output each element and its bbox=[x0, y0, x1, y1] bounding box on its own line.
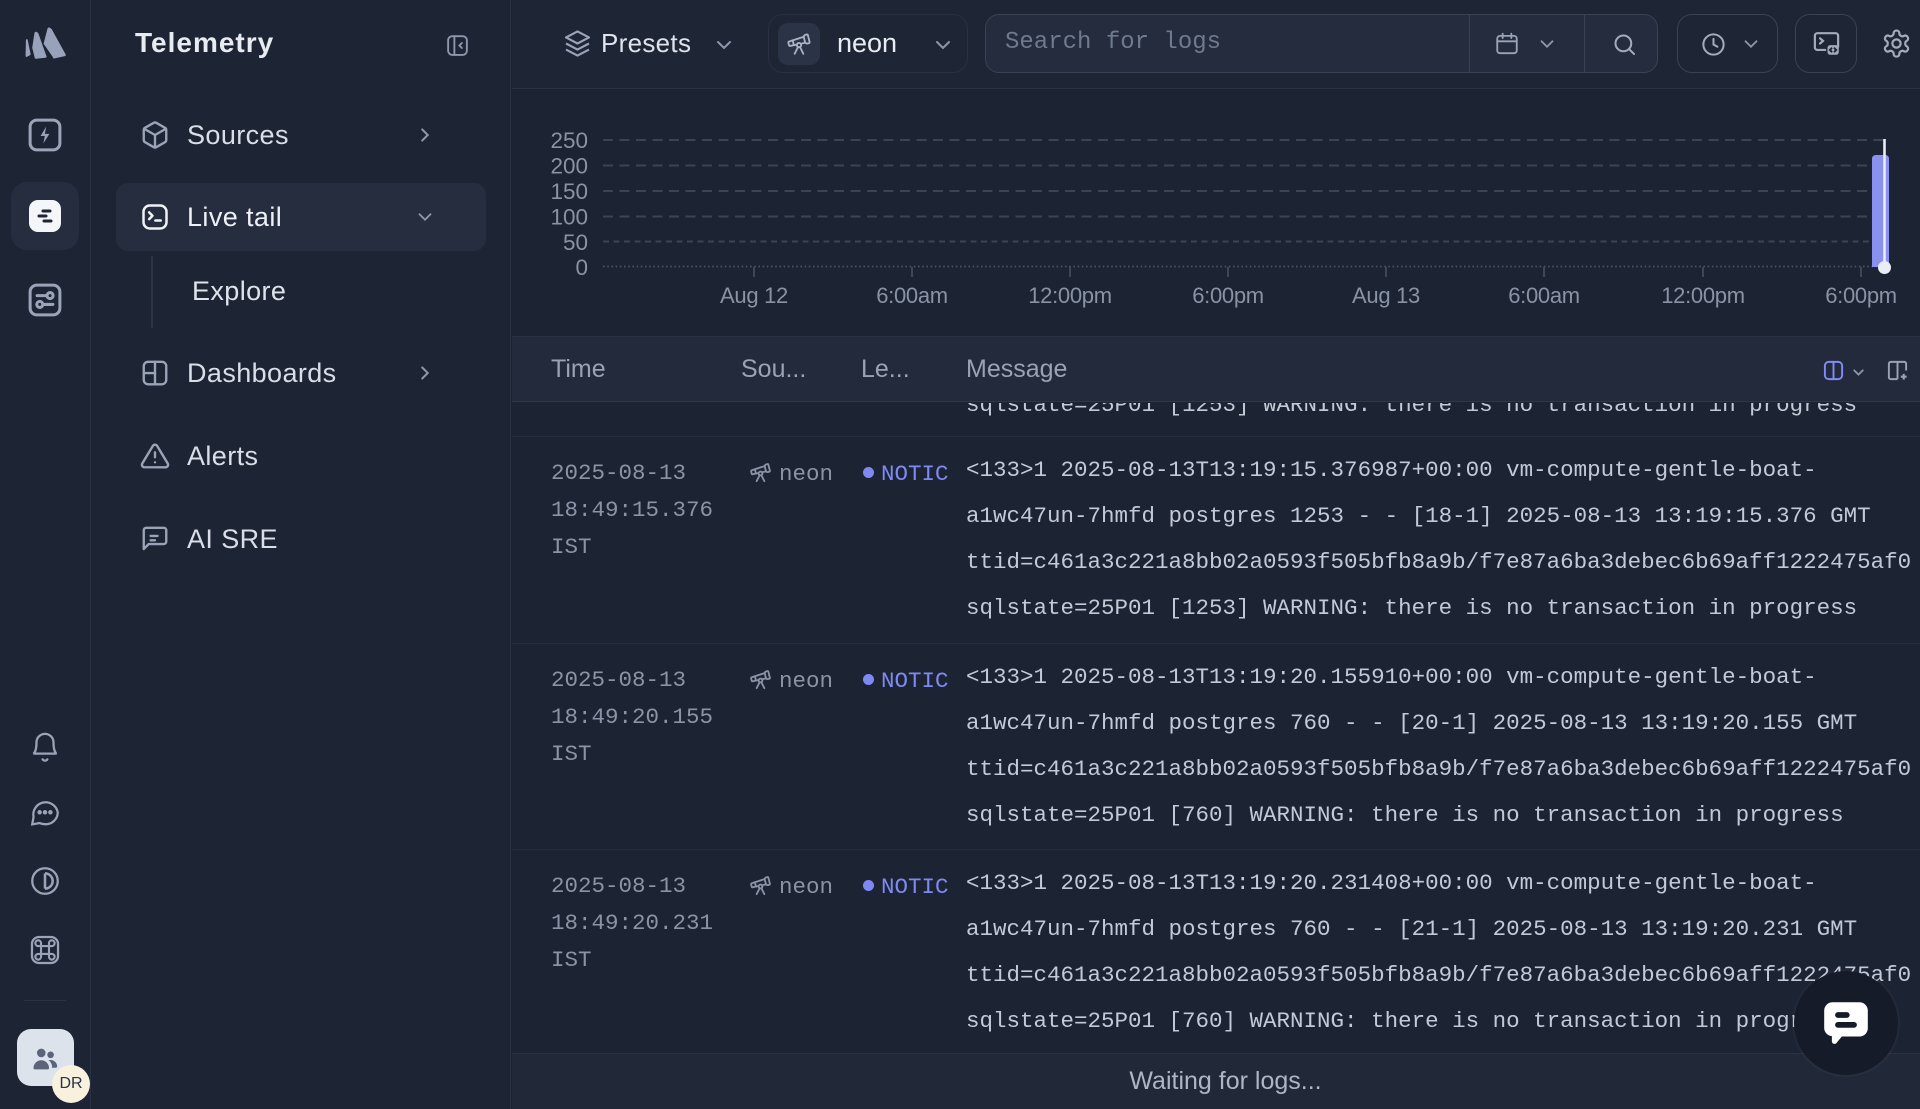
svg-text:250: 250 bbox=[550, 128, 588, 153]
svg-text:Aug 12: Aug 12 bbox=[720, 283, 788, 308]
svg-text:6:00am: 6:00am bbox=[876, 283, 948, 308]
svg-text:50: 50 bbox=[563, 230, 588, 255]
svg-text:Aug 13: Aug 13 bbox=[1352, 283, 1420, 308]
svg-text:12:00pm: 12:00pm bbox=[1028, 283, 1112, 308]
svg-text:200: 200 bbox=[550, 154, 588, 179]
svg-text:0: 0 bbox=[575, 255, 588, 280]
svg-text:12:00pm: 12:00pm bbox=[1661, 283, 1745, 308]
svg-text:6:00pm: 6:00pm bbox=[1192, 283, 1264, 308]
svg-text:6:00pm: 6:00pm bbox=[1825, 283, 1897, 308]
svg-text:150: 150 bbox=[550, 179, 588, 204]
svg-text:6:00am: 6:00am bbox=[1508, 283, 1580, 308]
svg-text:100: 100 bbox=[550, 205, 588, 230]
